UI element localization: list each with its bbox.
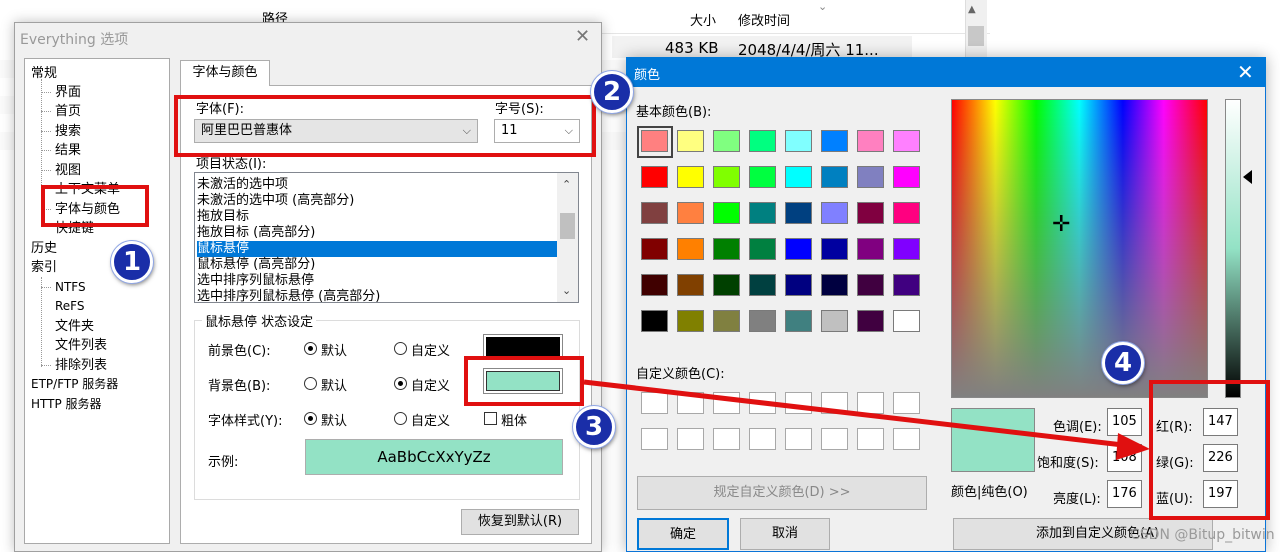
step-badge-4: 4	[1102, 342, 1144, 384]
step-badge-1: 1	[111, 241, 153, 283]
step-badge-2: 2	[591, 71, 633, 113]
watermark: CSDN @Bitup_bitwin	[1130, 527, 1275, 543]
annotation-arrow	[583, 379, 1150, 460]
step-badge-3: 3	[573, 406, 615, 448]
